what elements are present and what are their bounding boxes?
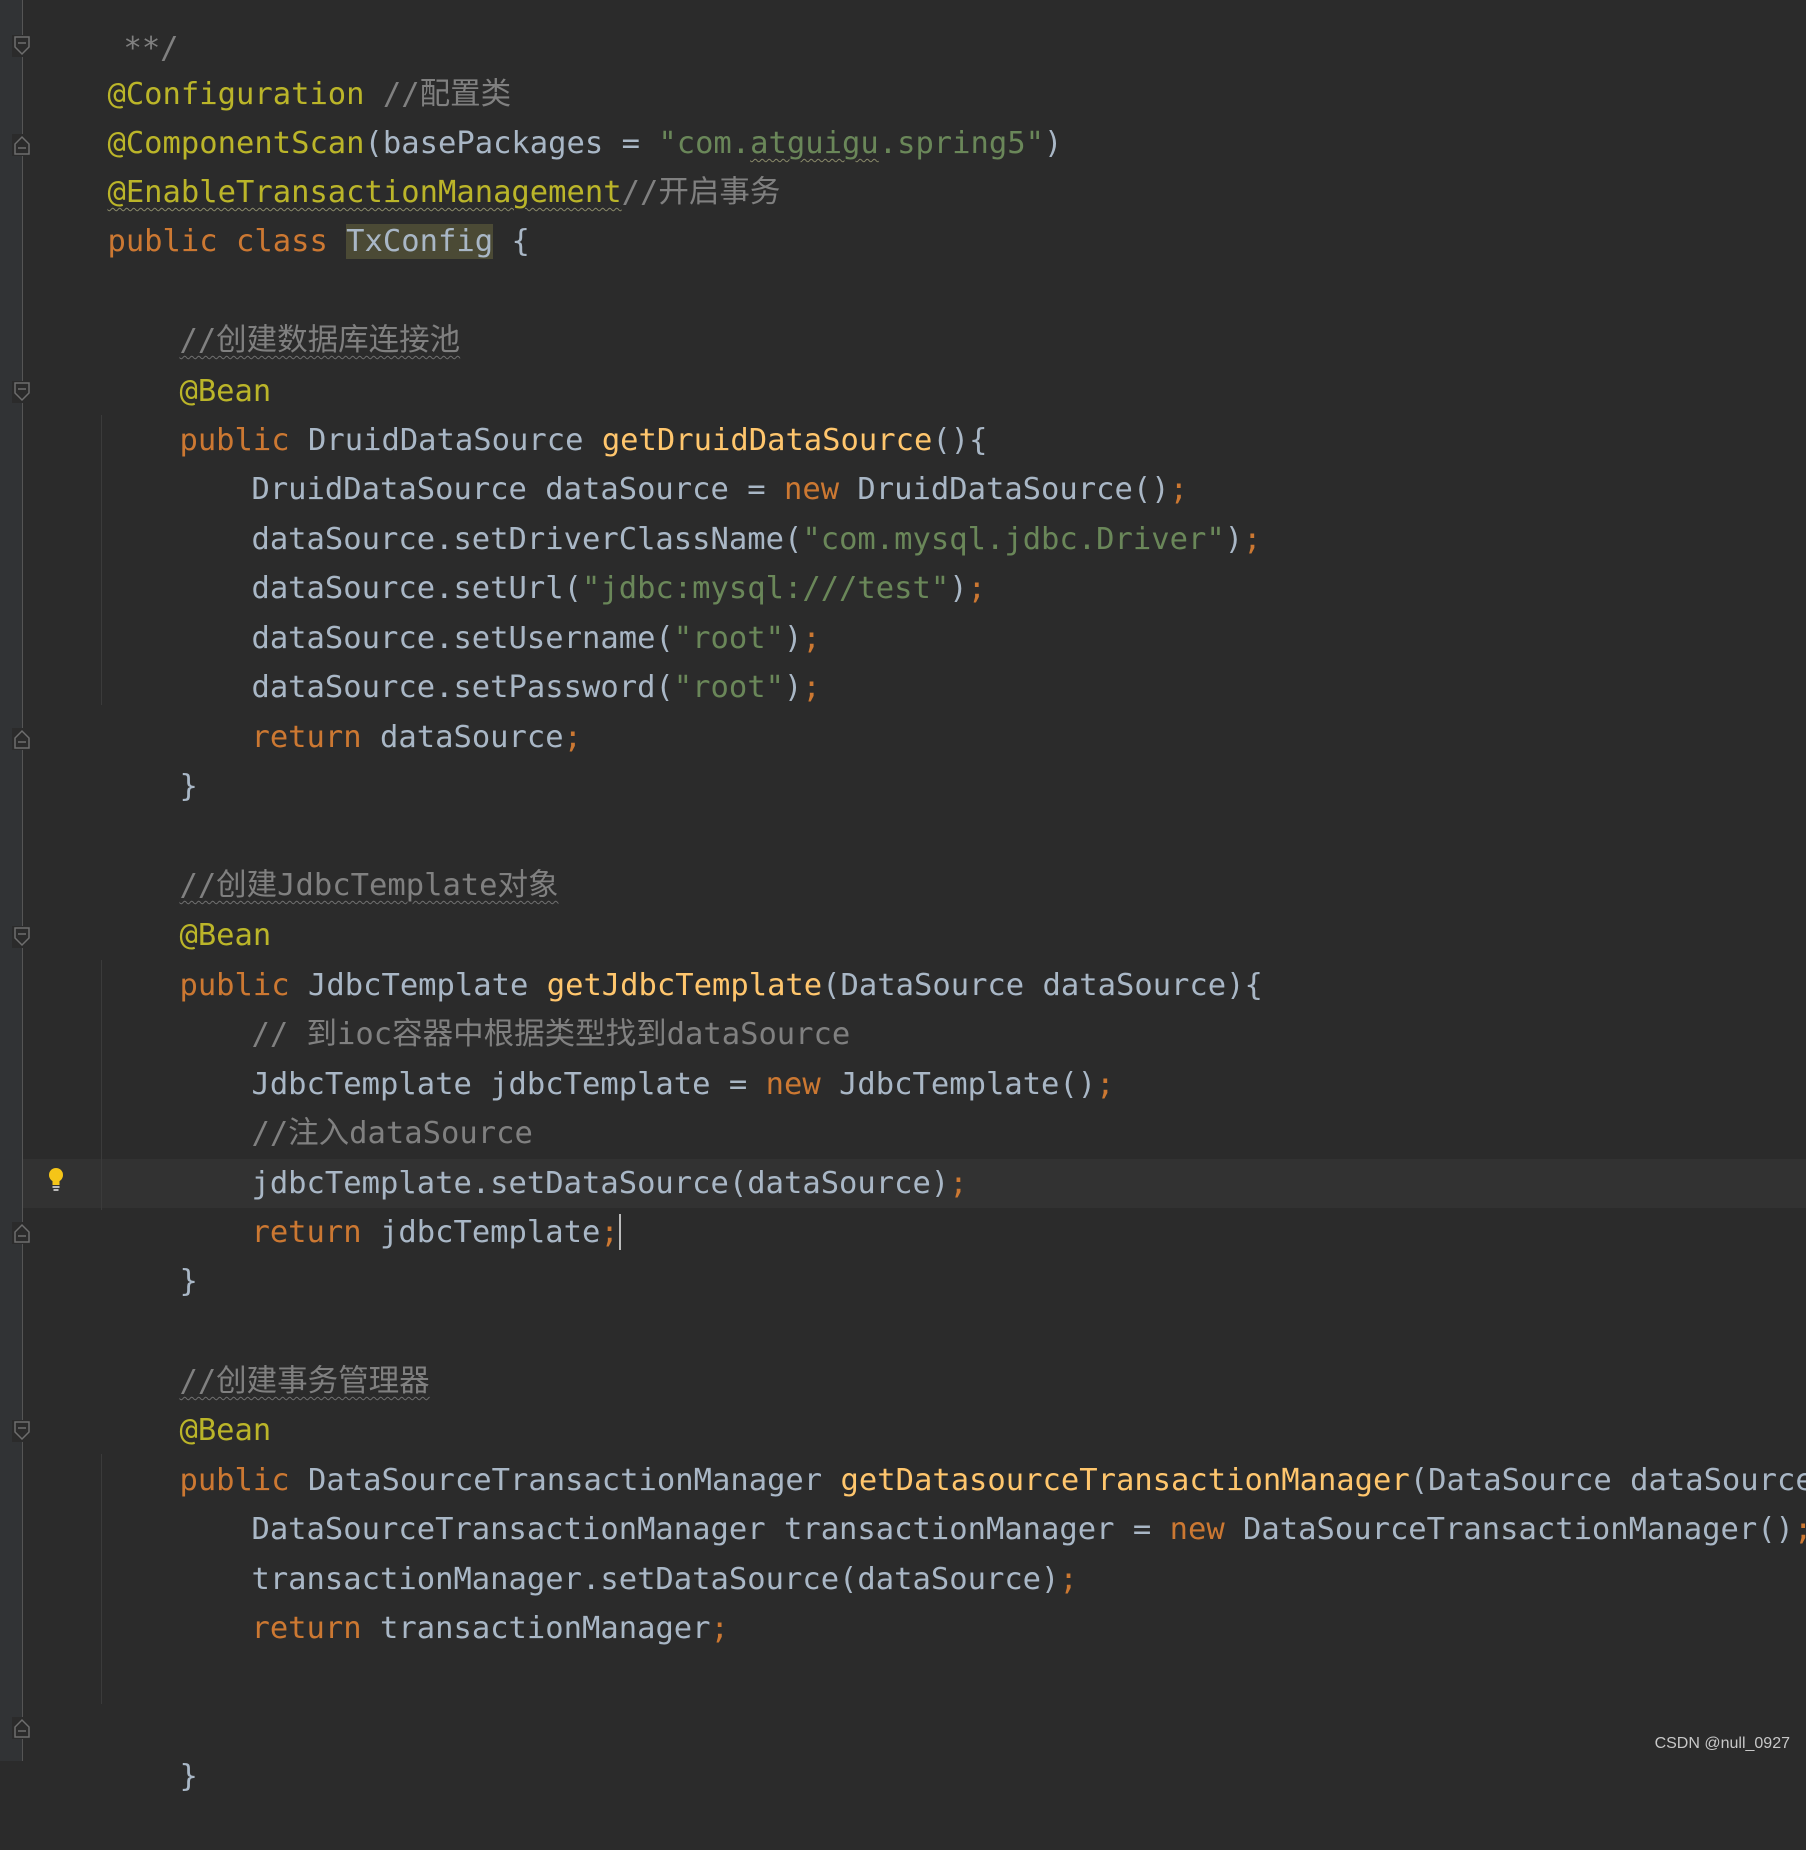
- class-name: TxConfig: [346, 224, 494, 259]
- code-line[interactable]: JdbcTemplate jdbcTemplate = new JdbcTemp…: [178, 1011, 1114, 1102]
- keyword: return: [251, 1215, 380, 1250]
- fold-marker-icon[interactable]: [12, 381, 32, 403]
- fold-marker-icon[interactable]: [12, 134, 32, 156]
- code-line[interactable]: dataSource.setUsername("root");: [178, 565, 820, 656]
- semicolon: ;: [1794, 1512, 1806, 1547]
- code-line[interactable]: dataSource.setPassword("root");: [178, 614, 820, 705]
- code-line[interactable]: }: [106, 1703, 197, 1794]
- code-line[interactable]: return jdbcTemplate;: [178, 1159, 621, 1250]
- code-line[interactable]: dataSource.setUrl("jdbc:mysql:///test");: [178, 515, 986, 606]
- editor-gutter: [0, 0, 23, 1761]
- keyword: return: [251, 1611, 380, 1646]
- code-text: jdbcTemplate: [380, 1215, 601, 1250]
- code-text: dataSource: [380, 720, 564, 755]
- code-line[interactable]: @Bean: [106, 1357, 271, 1448]
- code-line[interactable]: return dataSource;: [178, 664, 582, 755]
- keyword: return: [251, 720, 380, 755]
- lightbulb-icon[interactable]: [46, 1166, 66, 1202]
- fold-marker-icon[interactable]: [12, 1222, 32, 1244]
- code-text: {: [493, 224, 530, 259]
- keyword: new: [765, 1067, 840, 1102]
- code-line[interactable]: dataSource.setDriverClassName("com.mysql…: [178, 466, 1261, 557]
- indent-guide: [101, 415, 102, 705]
- code-line[interactable]: public JdbcTemplate getJdbcTemplate(Data…: [106, 912, 1262, 1003]
- semicolon: ;: [563, 720, 583, 755]
- closing-brace: }: [179, 769, 198, 804]
- semicolon: ;: [600, 1215, 619, 1250]
- code-line[interactable]: public class TxConfig {: [34, 168, 530, 259]
- code-line[interactable]: DataSourceTransactionManager transaction…: [178, 1456, 1806, 1547]
- fold-marker-icon[interactable]: [12, 35, 32, 57]
- fold-marker-icon[interactable]: [12, 926, 32, 948]
- code-line[interactable]: //创建事务管理器: [106, 1308, 429, 1399]
- closing-brace: }: [179, 1264, 198, 1299]
- code-text: JdbcTemplate(): [839, 1067, 1097, 1102]
- code-text: transactionManager: [380, 1611, 711, 1646]
- semicolon: ;: [802, 670, 821, 705]
- keyword: new: [1169, 1512, 1244, 1547]
- code-line[interactable]: jdbcTemplate.setDataSource(dataSource);: [178, 1110, 967, 1201]
- indent-guide: [101, 1454, 102, 1704]
- code-line[interactable]: transactionManager.setDataSource(dataSou…: [178, 1506, 1077, 1597]
- indent-guide: [101, 960, 102, 1210]
- code-line[interactable]: @Bean: [106, 318, 271, 409]
- semicolon: ;: [1243, 522, 1262, 557]
- code-text: ): [783, 670, 803, 705]
- fold-marker-icon[interactable]: [12, 728, 32, 750]
- code-line[interactable]: public DruidDataSource getDruidDataSourc…: [106, 367, 987, 458]
- code-editor[interactable]: **/ @Configuration //配置类 @ComponentScan(…: [0, 0, 1806, 1794]
- code-line[interactable]: @Bean: [106, 862, 271, 953]
- closing-brace: }: [179, 1759, 198, 1794]
- string-literal: .spring5": [878, 126, 1044, 161]
- string-literal: "root": [673, 670, 784, 705]
- semicolon: ;: [949, 1166, 968, 1201]
- code-line[interactable]: DruidDataSource dataSource = new DruidDa…: [178, 416, 1188, 507]
- code-line[interactable]: @Configuration //配置类: [34, 21, 511, 112]
- watermark: CSDN @null_0927: [1654, 1735, 1790, 1752]
- code-line[interactable]: }: [106, 713, 197, 804]
- code-line[interactable]: }: [106, 1208, 197, 1299]
- code-line[interactable]: public DataSourceTransactionManager getD…: [106, 1407, 1806, 1498]
- code-line[interactable]: @ComponentScan(basePackages = "com.atgui…: [34, 70, 1062, 161]
- text-cursor: [618, 1213, 621, 1250]
- code-line[interactable]: return transactionManager;: [178, 1555, 728, 1646]
- code-text: DataSourceTransactionManager(): [1243, 1512, 1794, 1547]
- semicolon: ;: [1059, 1562, 1078, 1597]
- code-line[interactable]: //创建数据库连接池: [106, 267, 460, 358]
- semicolon: ;: [1096, 1067, 1115, 1102]
- code-text: ): [1043, 126, 1063, 161]
- fold-marker-icon[interactable]: [12, 1420, 32, 1442]
- code-line[interactable]: //注入dataSource: [178, 1060, 532, 1151]
- code-line[interactable]: // 到ioc容器中根据类型找到dataSource: [178, 961, 850, 1052]
- code-text: (DataSource dataSource){: [822, 968, 1263, 1003]
- code-line[interactable]: @EnableTransactionManagement//开启事务: [34, 119, 780, 210]
- code-text: ): [949, 571, 968, 606]
- semicolon: ;: [967, 571, 986, 606]
- keyword: public class: [107, 224, 347, 259]
- code-line[interactable]: //创建JdbcTemplate对象: [106, 812, 558, 903]
- code-text: ): [1224, 522, 1244, 557]
- semicolon: ;: [710, 1611, 729, 1646]
- fold-marker-icon[interactable]: [12, 1717, 32, 1739]
- comment: //开启事务: [621, 175, 781, 210]
